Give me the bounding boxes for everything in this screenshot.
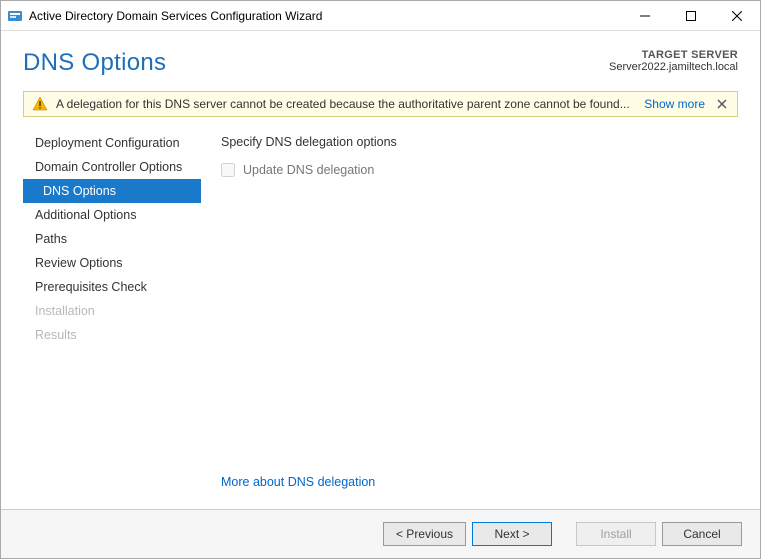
wizard-nav: Deployment Configuration Domain Controll… [23,129,201,509]
cancel-button[interactable]: Cancel [662,522,742,546]
nav-installation: Installation [23,299,201,323]
content-pane: Specify DNS delegation options Update DN… [201,129,738,509]
section-label: Specify DNS delegation options [221,135,738,149]
update-dns-delegation-checkbox[interactable] [221,163,235,177]
warning-text: A delegation for this DNS server cannot … [56,97,644,111]
nav-dns-options[interactable]: DNS Options [23,179,201,203]
warning-close-button[interactable] [715,97,729,111]
target-server-label: TARGET SERVER [609,49,738,61]
nav-results: Results [23,323,201,347]
previous-button[interactable]: < Previous [383,522,466,546]
install-button: Install [576,522,656,546]
app-icon [7,8,23,24]
more-about-dns-delegation-link[interactable]: More about DNS delegation [221,475,738,489]
nav-prerequisites-check[interactable]: Prerequisites Check [23,275,201,299]
target-server-block: TARGET SERVER Server2022.jamiltech.local [609,49,738,73]
nav-review-options[interactable]: Review Options [23,251,201,275]
warning-bar: A delegation for this DNS server cannot … [23,91,738,117]
footer: < Previous Next > Install Cancel [1,509,760,558]
maximize-button[interactable] [668,1,714,31]
nav-additional-options[interactable]: Additional Options [23,203,201,227]
page-header: DNS Options TARGET SERVER Server2022.jam… [1,31,760,91]
close-button[interactable] [714,1,760,31]
next-button[interactable]: Next > [472,522,552,546]
page-title: DNS Options [23,49,166,77]
nav-deployment-configuration[interactable]: Deployment Configuration [23,131,201,155]
target-server-value: Server2022.jamiltech.local [609,61,738,73]
update-dns-delegation-label: Update DNS delegation [243,163,374,177]
minimize-button[interactable] [622,1,668,31]
window-title: Active Directory Domain Services Configu… [29,9,322,23]
show-more-link[interactable]: Show more [644,97,705,111]
warning-icon [32,96,48,112]
nav-domain-controller-options[interactable]: Domain Controller Options [23,155,201,179]
title-bar: Active Directory Domain Services Configu… [1,1,760,31]
nav-paths[interactable]: Paths [23,227,201,251]
